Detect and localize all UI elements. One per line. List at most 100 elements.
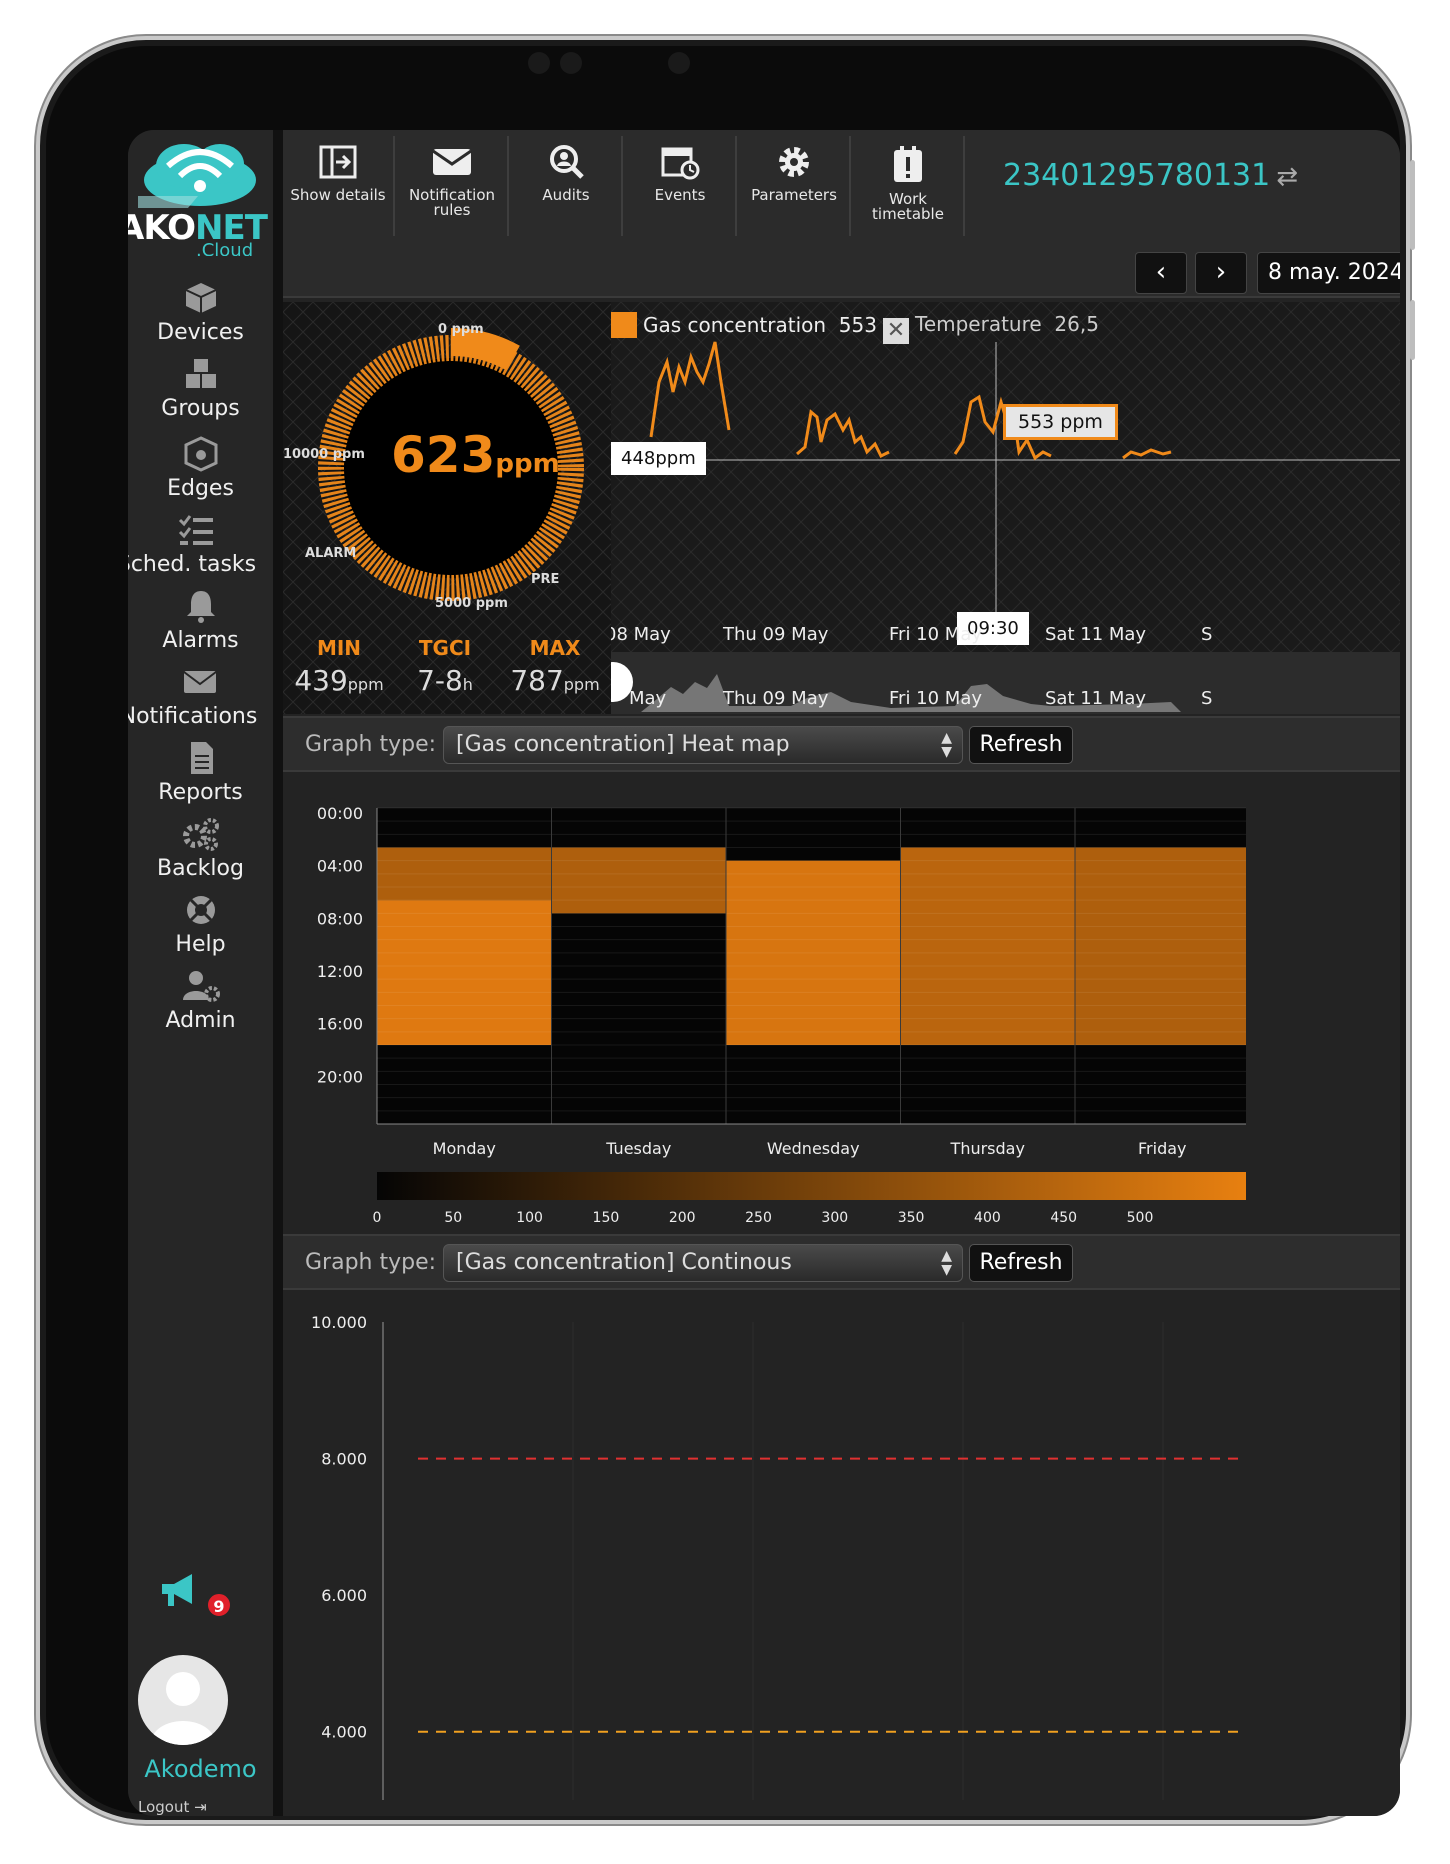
date-picker[interactable]: 8 may. 2024 bbox=[1257, 252, 1400, 294]
sidebar-item-label: Sched. tasks bbox=[128, 552, 257, 577]
show-details-icon bbox=[319, 145, 357, 179]
sidebar-item-sched-tasks[interactable]: Sched. tasks bbox=[128, 512, 259, 577]
notification-rules-button[interactable]: Notification rules bbox=[397, 136, 509, 236]
gauge-label-bottom: 5000 ppm bbox=[435, 596, 508, 611]
sidebar-item-admin[interactable]: Admin bbox=[128, 968, 273, 1033]
legend-value: 553 bbox=[838, 313, 877, 337]
document-icon bbox=[190, 742, 213, 774]
graph-type-select[interactable]: [Gas concentration] Heat map ▲ ▼ bbox=[443, 726, 963, 764]
avatar[interactable] bbox=[138, 1655, 228, 1745]
sidebar-item-groups[interactable]: Groups bbox=[128, 356, 273, 421]
sidebar-item-label: Alarms bbox=[162, 628, 239, 653]
sidebar-item-reports[interactable]: Reports bbox=[128, 740, 273, 805]
sidebar-item-devices[interactable]: Devices bbox=[128, 280, 273, 345]
heatmap-y-tick-label: 08:00 bbox=[317, 909, 363, 928]
sidebar-item-label: Admin bbox=[165, 1008, 236, 1033]
camera-dot bbox=[560, 52, 582, 74]
tablet-frame: AKONET .Cloud Devices Groups Edges Sched… bbox=[36, 36, 1415, 1824]
notification-count-badge: 9 bbox=[206, 1592, 232, 1618]
x-tick-label: Fri 10 May bbox=[889, 624, 983, 645]
device-id[interactable]: 23401295780131 ⇄ bbox=[1003, 158, 1298, 193]
gas-line-chart[interactable] bbox=[611, 302, 1400, 714]
logo[interactable]: AKONET .Cloud bbox=[128, 136, 273, 256]
cubes-icon bbox=[185, 359, 216, 388]
stat-value: 787ppm bbox=[510, 664, 600, 697]
audits-button[interactable]: Audits bbox=[511, 136, 623, 236]
logout-icon: ⇥ bbox=[194, 1798, 207, 1816]
username[interactable]: Akodemo bbox=[128, 1755, 273, 1783]
envelope-icon bbox=[183, 671, 217, 693]
sidebar-item-alarms[interactable]: Alarms bbox=[128, 588, 273, 653]
continuous-chart-area: 10.000 8.000 6.000 4.000 bbox=[283, 1300, 1400, 1816]
logo-subtitle: .Cloud bbox=[196, 240, 254, 256]
refresh-button[interactable]: Refresh bbox=[969, 726, 1073, 764]
logout-link[interactable]: Logout ⇥ bbox=[138, 1798, 207, 1816]
gears-icon bbox=[182, 818, 219, 851]
tool-label: Notification rules bbox=[408, 186, 496, 219]
work-timetable-button[interactable]: Work timetable bbox=[853, 136, 965, 236]
parameters-button[interactable]: Parameters bbox=[739, 136, 851, 236]
heatmap-cell bbox=[1075, 847, 1246, 1045]
scale-tick-label: 400 bbox=[974, 1210, 1001, 1226]
stat-label: MAX bbox=[529, 636, 581, 660]
select-value: [Gas concentration] Heat map bbox=[456, 732, 790, 757]
sidebar-item-help[interactable]: Help bbox=[128, 892, 273, 957]
announcements-button[interactable]: 9 bbox=[158, 1570, 232, 1620]
sidebar-item-edges[interactable]: Edges bbox=[128, 436, 273, 501]
heatmap-area: 00:00 04:00 08:00 12:00 16:00 20:00 Monday Tues… bbox=[283, 786, 1400, 1246]
select-arrows-icon: ▲ ▼ bbox=[941, 1248, 952, 1278]
x-tick-label: Thu 09 May bbox=[723, 624, 829, 645]
scale-tick-label: 500 bbox=[1127, 1210, 1154, 1226]
sidebar: AKONET .Cloud Devices Groups Edges Sched… bbox=[128, 130, 273, 1816]
chart-tooltip: 553 ppm bbox=[1003, 404, 1118, 440]
legend-temperature[interactable]: ✕ Temperature 26,5 bbox=[883, 312, 1099, 344]
x-axis: 08 May Thu 09 May Fri 10 May Sat 11 May … bbox=[611, 624, 1400, 648]
tool-label: Work timetable bbox=[872, 190, 944, 223]
nav-tick-label: Fri 10 May bbox=[889, 688, 983, 709]
cloud-wifi-icon bbox=[138, 144, 256, 208]
gauge-label-top: 0 ppm bbox=[438, 322, 484, 337]
sidebar-item-label: Help bbox=[175, 932, 226, 957]
stat-value: 7-8h bbox=[417, 664, 473, 697]
sidebar-item-notifications[interactable]: Notifications bbox=[128, 664, 261, 729]
sidebar-item-backlog[interactable]: Backlog bbox=[128, 816, 273, 881]
scale-tick-label: 250 bbox=[745, 1210, 772, 1226]
sidebar-divider bbox=[273, 130, 283, 1816]
checklist-icon bbox=[178, 515, 213, 545]
alert-clipboard-icon bbox=[894, 146, 922, 182]
side-button bbox=[1410, 160, 1415, 250]
edge-box-icon bbox=[184, 436, 217, 472]
previous-day-button[interactable]: ‹ bbox=[1135, 252, 1187, 294]
user-gear-icon bbox=[182, 971, 220, 1002]
continuous-y-tick-label: 10.000 bbox=[311, 1313, 367, 1332]
tool-label: Events bbox=[654, 186, 706, 204]
scale-tick-label: 300 bbox=[821, 1210, 848, 1226]
scale-tick-label: 50 bbox=[444, 1210, 462, 1226]
x-tick-label: S bbox=[1201, 624, 1213, 645]
nav-tick-label: May bbox=[629, 688, 667, 709]
swap-icon[interactable]: ⇄ bbox=[1276, 162, 1298, 192]
graph-type-label: Graph type: bbox=[305, 732, 437, 757]
heatmap-chart[interactable]: 00:00 04:00 08:00 12:00 16:00 20:00 Monday Tues… bbox=[283, 786, 1246, 1256]
x-tick-label: 08 May bbox=[611, 624, 671, 645]
next-day-button[interactable]: › bbox=[1195, 252, 1247, 294]
stat-min: MIN 439ppm bbox=[289, 636, 389, 697]
sidebar-item-label: Reports bbox=[158, 780, 243, 805]
gauge-label-pre: PRE bbox=[531, 572, 560, 587]
logout-label: Logout bbox=[138, 1798, 190, 1816]
heatmap-x-tick-label: Friday bbox=[1138, 1139, 1187, 1158]
refresh-button[interactable]: Refresh bbox=[969, 1244, 1073, 1282]
legend-gas[interactable]: Gas concentration 553 bbox=[611, 312, 877, 338]
events-button[interactable]: Events bbox=[625, 136, 737, 236]
overview-panel: 0 ppm 10000 ppm 5000 ppm ALARM PRE 623pp… bbox=[283, 302, 1400, 714]
calendar-clock-icon bbox=[661, 147, 700, 180]
megaphone-icon bbox=[162, 1574, 192, 1606]
stat-label: MIN bbox=[316, 636, 362, 660]
continuous-graph-bar: Graph type: [Gas concentration] Continou… bbox=[283, 1234, 1400, 1290]
continuous-chart[interactable]: 10.000 8.000 6.000 4.000 bbox=[283, 1300, 1246, 1816]
device-id-text: 23401295780131 bbox=[1003, 158, 1271, 193]
graph-type-select[interactable]: [Gas concentration] Continous ▲ ▼ bbox=[443, 1244, 963, 1282]
continuous-y-tick-label: 6.000 bbox=[321, 1586, 367, 1605]
heatmap-y-tick-label: 04:00 bbox=[317, 857, 363, 876]
show-details-button[interactable]: Show details bbox=[283, 136, 395, 236]
